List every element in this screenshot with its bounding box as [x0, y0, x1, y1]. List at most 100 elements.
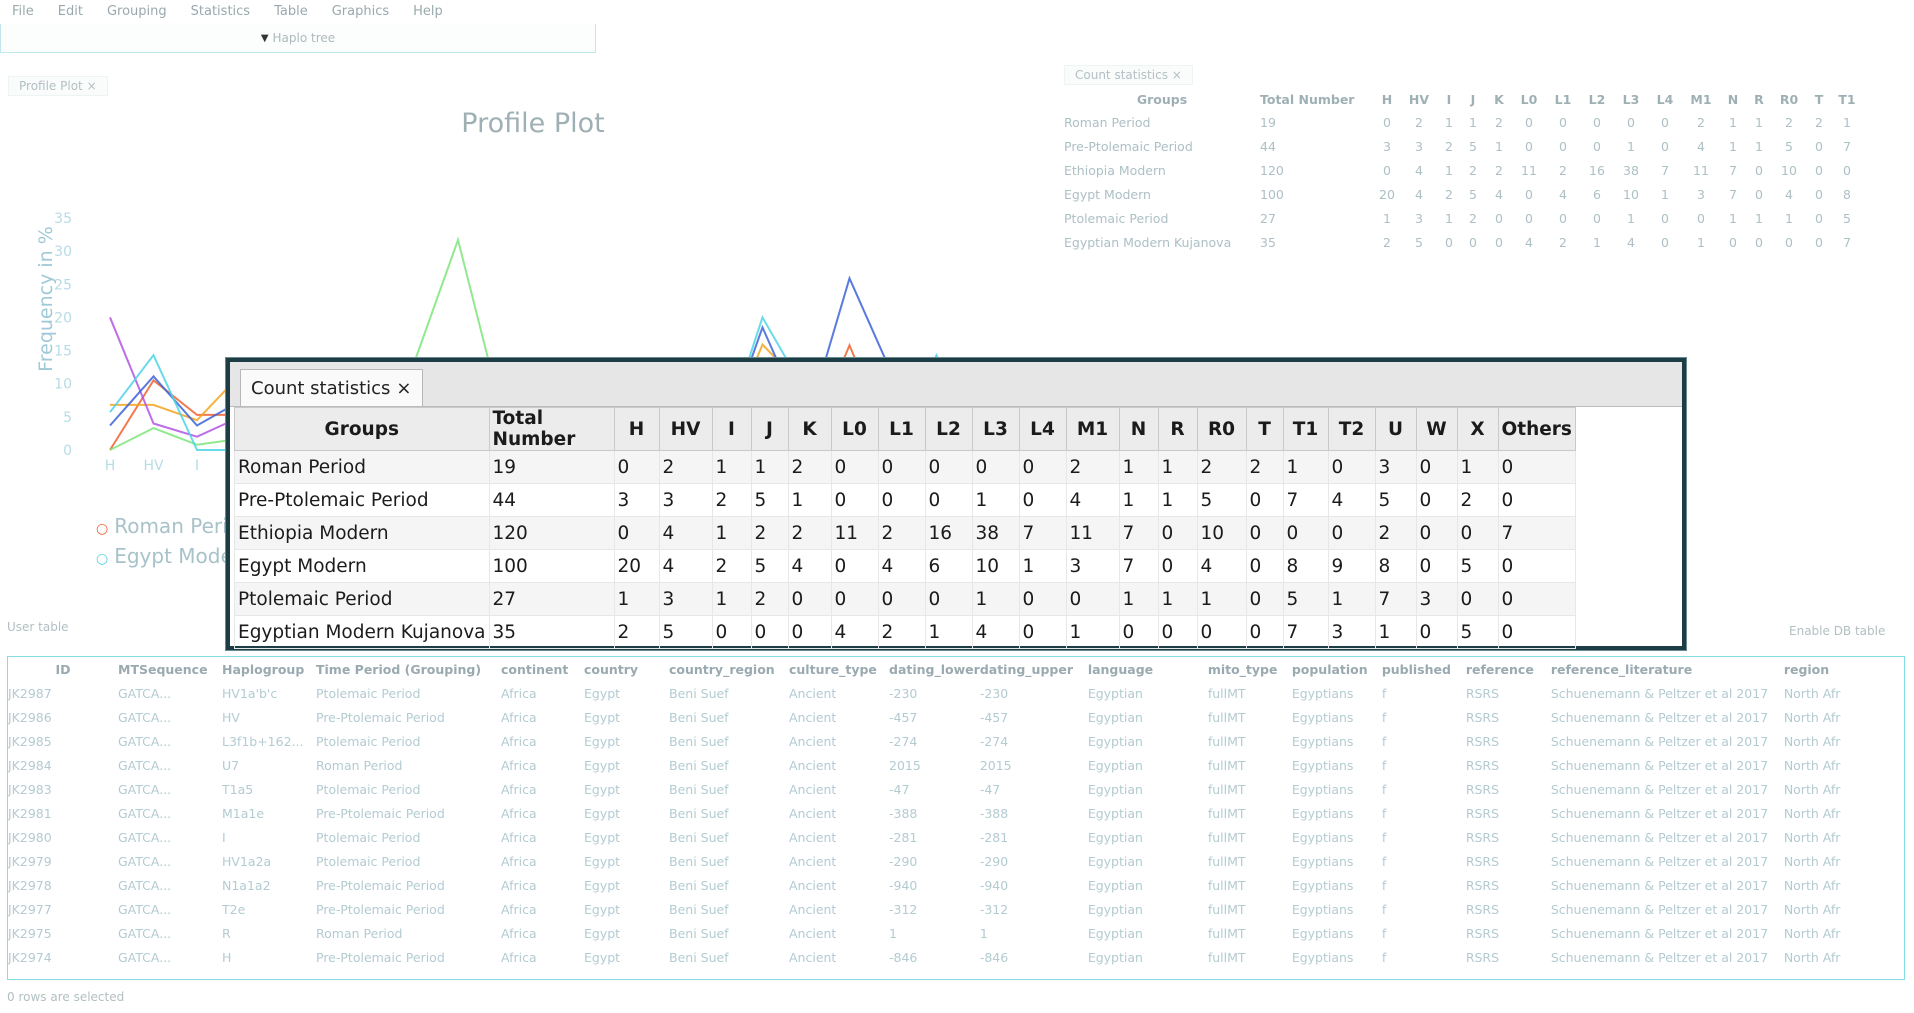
column-header[interactable]: country_region: [669, 657, 789, 681]
tab-count-statistics-active[interactable]: Count statistics ×: [240, 369, 423, 406]
column-header[interactable]: T1: [1832, 89, 1862, 110]
column-header[interactable]: N: [1118, 407, 1159, 451]
column-header[interactable]: U: [1374, 407, 1417, 451]
close-icon[interactable]: ×: [87, 79, 97, 93]
table-row[interactable]: Egyptian Modern Kujanova 35 2 5 0 0 0 4 2 1 4 0 1 0 0 0…: [234, 615, 1576, 649]
menu-help[interactable]: Help: [401, 4, 455, 19]
column-header[interactable]: J: [1460, 89, 1486, 110]
table-row[interactable]: JK2986 GATCA... HV Pre-Ptolemaic Period Afri…: [8, 705, 1840, 729]
column-header[interactable]: L4: [1018, 407, 1067, 451]
table-row[interactable]: JK2980 GATCA... I Ptolemaic Period Africa Egy…: [8, 825, 1840, 849]
enable-db-table-button[interactable]: Enable DB table: [1789, 624, 1885, 638]
column-header[interactable]: MTSequence: [118, 657, 222, 681]
column-header[interactable]: HV: [1400, 89, 1438, 110]
column-header[interactable]: H: [613, 407, 660, 451]
table-row[interactable]: JK2981 GATCA... M1a1e Pre-Ptolemaic Period A…: [8, 801, 1840, 825]
column-header[interactable]: T1: [1282, 407, 1329, 451]
table-row[interactable]: Pre-Ptolemaic Period 44 3 3 2 5 1 0 0 0 1 0 4 1 1 5 0 7 4 5…: [234, 483, 1576, 517]
column-header[interactable]: T: [1245, 407, 1284, 451]
column-header[interactable]: L3: [971, 407, 1020, 451]
close-icon[interactable]: ×: [396, 378, 411, 399]
column-header[interactable]: Total Number: [1260, 89, 1374, 110]
table-row[interactable]: JK2979 GATCA... HV1a2a Ptolemaic Period Afri…: [8, 849, 1840, 873]
column-header[interactable]: language: [1088, 657, 1208, 681]
table-row[interactable]: Ethiopia Modern 120 0 4 1 2 2 11 2 16 38 7 11 7 0 10 0 0: [1064, 158, 1862, 182]
table-row[interactable]: Roman Period 19 0 2 1 1 2 0 0 0 0 0 2 1 1 2 2 1 0 3 0 1 0: [234, 450, 1576, 484]
column-header[interactable]: T2: [1327, 407, 1376, 451]
column-header[interactable]: I: [711, 407, 752, 451]
table-cell: Ancient: [789, 949, 837, 965]
column-header[interactable]: R0: [1772, 89, 1806, 110]
column-header[interactable]: ID: [8, 657, 118, 681]
table-row[interactable]: Egypt Modern 100 20 4 2 5 4 0 4 6 10 1 3 7 0 4 0 8 9 8 0 5 0: [234, 549, 1576, 583]
column-header[interactable]: L2: [924, 407, 973, 451]
table-row[interactable]: JK2975 GATCA... R Roman Period Africa Egypt Be…: [8, 921, 1840, 945]
column-header[interactable]: L1: [877, 407, 926, 451]
table-row[interactable]: Pre-Ptolemaic Period 44 3 3 2 5 1 0 0 0 1 0 4 1 1 5 0 7: [1064, 134, 1862, 158]
table-row[interactable]: JK2984 GATCA... U7 Roman Period Africa Egypt B…: [8, 753, 1840, 777]
column-header[interactable]: Others: [1497, 407, 1576, 451]
column-header[interactable]: M1: [1065, 407, 1120, 451]
table-row[interactable]: JK2978 GATCA... N1a1a2 Pre-Ptolemaic Period…: [8, 873, 1840, 897]
column-header[interactable]: L2: [1580, 89, 1614, 110]
table-row[interactable]: Ptolemaic Period 27 1 3 1 2 0 0 0 0 1 0 0 1 1 1 0 5: [1064, 206, 1862, 230]
column-header[interactable]: culture_type: [789, 657, 889, 681]
column-header[interactable]: dating_lower: [889, 657, 980, 681]
column-header[interactable]: H: [1374, 89, 1400, 110]
table-row[interactable]: Egyptian Modern Kujanova 35 2 5 0 0 0 4 2 1 4 0 1 0 0 0…: [1064, 230, 1862, 254]
column-header[interactable]: reference: [1466, 657, 1551, 681]
column-header[interactable]: M1: [1682, 89, 1720, 110]
column-header[interactable]: K: [787, 407, 832, 451]
column-header[interactable]: HV: [658, 407, 713, 451]
column-header[interactable]: region: [1784, 657, 1841, 681]
close-icon[interactable]: ×: [1172, 68, 1182, 82]
table-row[interactable]: Roman Period 19 0 2 1 1 2 0 0 0 0 0 2 1 1 2 2 1: [1064, 110, 1862, 134]
menu-file[interactable]: File: [0, 4, 46, 19]
column-header[interactable]: R: [1157, 407, 1198, 451]
table-cell: -274: [889, 733, 918, 749]
menu-edit[interactable]: Edit: [46, 4, 95, 19]
column-header[interactable]: W: [1415, 407, 1458, 451]
column-header[interactable]: continent: [501, 657, 584, 681]
table-cell: Africa: [501, 949, 537, 965]
table-row[interactable]: JK2987 GATCA... HV1a'b'c Ptolemaic Period Af…: [8, 681, 1840, 705]
menu-graphics[interactable]: Graphics: [320, 4, 401, 19]
column-header[interactable]: Total Number: [488, 407, 615, 451]
menu-table[interactable]: Table: [262, 4, 320, 19]
tab-count-statistics[interactable]: Count statistics ×: [1064, 65, 1193, 85]
column-header[interactable]: L0: [1512, 89, 1546, 110]
column-header[interactable]: dating_upper: [980, 657, 1088, 681]
tab-profile-plot[interactable]: Profile Plot ×: [8, 76, 108, 96]
table-row[interactable]: JK2985 GATCA... L3f1b+162... Ptolemaic Peri…: [8, 729, 1840, 753]
column-header[interactable]: I: [1438, 89, 1460, 110]
table-row[interactable]: JK2974 GATCA... H Pre-Ptolemaic Period Afric…: [8, 945, 1840, 969]
column-header[interactable]: published: [1382, 657, 1466, 681]
column-header[interactable]: N: [1720, 89, 1746, 110]
column-header[interactable]: L0: [830, 407, 879, 451]
column-header[interactable]: L4: [1648, 89, 1682, 110]
column-header[interactable]: K: [1486, 89, 1512, 110]
menu-statistics[interactable]: Statistics: [179, 4, 262, 19]
table-row[interactable]: Egypt Modern 100 20 4 2 5 4 0 4 6 10 1 3 7 0 4 0 8: [1064, 182, 1862, 206]
column-header[interactable]: L3: [1614, 89, 1648, 110]
table-row[interactable]: Ethiopia Modern 120 0 4 1 2 2 11 2 16 38 7 11 7 0 10 0 0 0…: [234, 516, 1576, 550]
column-header[interactable]: X: [1456, 407, 1499, 451]
table-row[interactable]: Ptolemaic Period 27 1 3 1 2 0 0 0 0 1 0 0 1 1 1 0 5 1 7 3 0 0: [234, 582, 1576, 616]
column-header[interactable]: R: [1746, 89, 1772, 110]
column-header[interactable]: J: [750, 407, 789, 451]
column-header[interactable]: country: [584, 657, 669, 681]
column-header[interactable]: mito_type: [1208, 657, 1292, 681]
column-header[interactable]: T: [1806, 89, 1832, 110]
column-header[interactable]: Groups: [1064, 89, 1260, 110]
column-header[interactable]: L1: [1546, 89, 1580, 110]
column-header[interactable]: population: [1292, 657, 1382, 681]
table-row[interactable]: JK2977 GATCA... T2e Pre-Ptolemaic Period Afr…: [8, 897, 1840, 921]
menu-grouping[interactable]: Grouping: [95, 4, 179, 19]
column-header[interactable]: Haplogroup: [222, 657, 316, 681]
column-header[interactable]: reference_literature: [1551, 657, 1784, 681]
column-header[interactable]: R0: [1196, 407, 1247, 451]
haplo-tree-toggle[interactable]: ▼ Haplo tree: [0, 24, 596, 53]
column-header[interactable]: Groups: [234, 407, 490, 451]
table-row[interactable]: JK2983 GATCA... T1a5 Ptolemaic Period Africa…: [8, 777, 1840, 801]
column-header[interactable]: Time Period (Grouping): [316, 657, 501, 681]
